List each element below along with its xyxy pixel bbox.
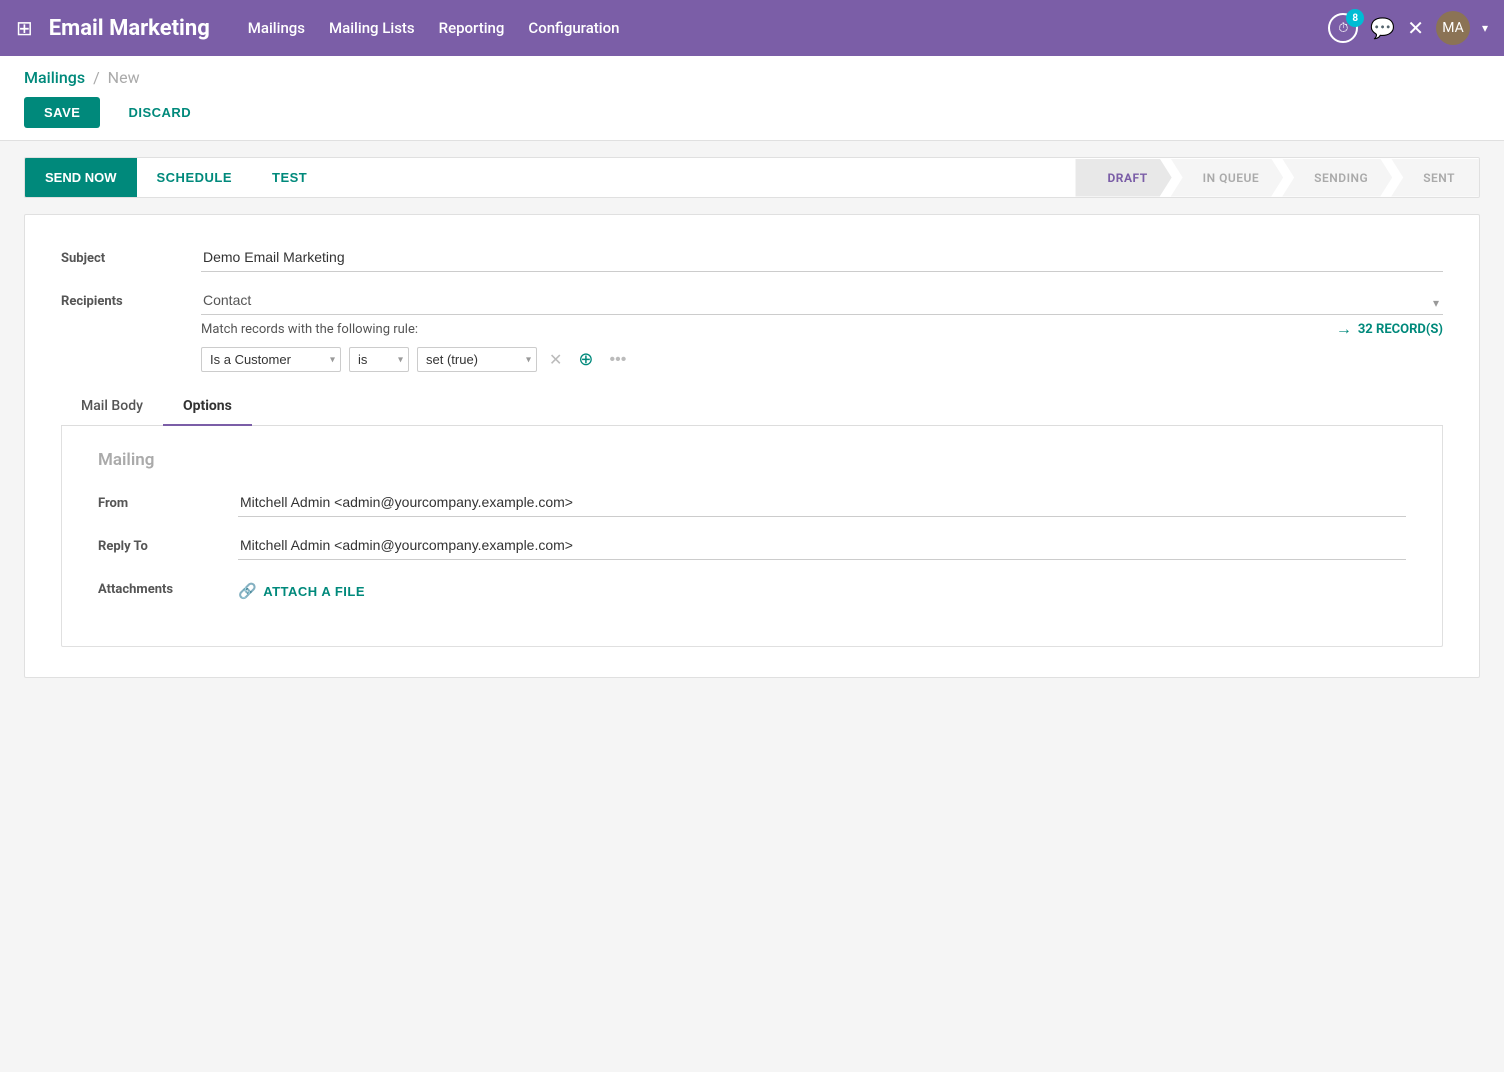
topnav-right: ⏱ 8 💬 ✕ MA ▾ <box>1328 11 1488 45</box>
form-card: Subject Recipients Contact ▾ Match recor… <box>24 214 1480 678</box>
nav-mailings[interactable]: Mailings <box>248 19 305 37</box>
avatar[interactable]: MA <box>1436 11 1470 45</box>
mailing-section-title: Mailing <box>98 450 1406 470</box>
from-input[interactable] <box>238 490 1406 517</box>
recipients-select[interactable]: Contact <box>201 288 1443 315</box>
breadcrumb-current: New <box>108 68 140 87</box>
recipients-row: Recipients Contact ▾ Match records with … <box>61 288 1443 372</box>
reply-to-input[interactable] <box>238 533 1406 560</box>
breadcrumb: Mailings / New <box>24 68 1480 87</box>
filter-field-wrap: Is a Customer ▾ <box>201 347 341 372</box>
subject-field <box>201 245 1443 272</box>
filter-match-row: Match records with the following rule: →… <box>201 319 1443 339</box>
grid-icon[interactable]: ⊞ <box>16 16 33 40</box>
from-field <box>238 490 1406 517</box>
attachments-label: Attachments <box>98 576 238 597</box>
filter-value-select[interactable]: set (true) <box>417 347 537 372</box>
send-now-button[interactable]: SEND NOW <box>25 158 137 197</box>
close-icon[interactable]: ✕ <box>1407 16 1424 40</box>
app-title: Email Marketing <box>49 16 210 41</box>
tab-options[interactable]: Options <box>163 388 252 426</box>
nav-configuration[interactable]: Configuration <box>528 19 619 37</box>
avatar-dropdown-icon[interactable]: ▾ <box>1482 21 1488 35</box>
attach-icon: 🔗 <box>238 582 257 600</box>
chat-icon[interactable]: 💬 <box>1370 16 1395 40</box>
recipients-label: Recipients <box>61 288 201 309</box>
workflow-bar: SEND NOW SCHEDULE TEST DRAFT IN QUEUE SE… <box>24 157 1480 198</box>
action-bar: SAVE DISCARD <box>24 97 1480 140</box>
workflow-stages: DRAFT IN QUEUE SENDING SENT <box>1075 159 1479 197</box>
filter-section: Match records with the following rule: →… <box>201 319 1443 372</box>
filter-remove-button[interactable]: ✕ <box>545 348 566 372</box>
records-link[interactable]: → 32 RECORD(S) <box>1336 319 1443 339</box>
subject-label: Subject <box>61 245 201 266</box>
breadcrumb-separator: / <box>93 68 100 87</box>
nav-reporting[interactable]: Reporting <box>439 19 505 37</box>
subject-row: Subject <box>61 245 1443 272</box>
filter-match-text: Match records with the following rule: <box>201 322 1336 337</box>
subject-input[interactable] <box>201 245 1443 272</box>
stage-sending[interactable]: SENDING <box>1282 159 1392 197</box>
reply-to-field <box>238 533 1406 560</box>
filter-more-button[interactable]: ••• <box>606 349 631 371</box>
notification-badge[interactable]: ⏱ 8 <box>1328 13 1358 43</box>
stage-in-queue[interactable]: IN QUEUE <box>1171 159 1284 197</box>
badge-count: 8 <box>1346 9 1364 27</box>
attach-file-button[interactable]: 🔗 ATTACH A FILE <box>238 576 365 606</box>
attachments-row: Attachments 🔗 ATTACH A FILE <box>98 576 1406 606</box>
filter-val-wrap: set (true) ▾ <box>417 347 537 372</box>
filter-operator-select[interactable]: is <box>349 347 409 372</box>
attach-label: ATTACH A FILE <box>263 584 365 599</box>
records-arrow-icon: → <box>1336 319 1352 339</box>
schedule-button[interactable]: SCHEDULE <box>137 158 253 197</box>
from-label: From <box>98 490 238 511</box>
records-count: 32 RECORD(S) <box>1358 322 1443 337</box>
from-row: From <box>98 490 1406 517</box>
subheader: Mailings / New SAVE DISCARD <box>0 56 1504 141</box>
stage-draft[interactable]: DRAFT <box>1075 159 1171 197</box>
recipients-field: Contact ▾ Match records with the followi… <box>201 288 1443 372</box>
attachments-field: 🔗 ATTACH A FILE <box>238 576 1406 606</box>
reply-to-row: Reply To <box>98 533 1406 560</box>
filter-op-wrap: is ▾ <box>349 347 409 372</box>
options-card: Mailing From Reply To Attachments <box>61 426 1443 647</box>
discard-button[interactable]: DISCARD <box>112 97 207 128</box>
filter-add-button[interactable]: ⊕ <box>574 347 597 372</box>
reply-to-label: Reply To <box>98 533 238 554</box>
save-button[interactable]: SAVE <box>24 97 100 128</box>
nav-links: Mailings Mailing Lists Reporting Configu… <box>248 19 1321 37</box>
tab-mail-body[interactable]: Mail Body <box>61 388 163 426</box>
test-button[interactable]: TEST <box>252 158 327 197</box>
nav-mailing-lists[interactable]: Mailing Lists <box>329 19 415 37</box>
tabs-bar: Mail Body Options <box>61 388 1443 426</box>
stage-sent[interactable]: SENT <box>1391 159 1479 197</box>
filter-field-select[interactable]: Is a Customer <box>201 347 341 372</box>
breadcrumb-parent[interactable]: Mailings <box>24 68 85 87</box>
top-navigation: ⊞ Email Marketing Mailings Mailing Lists… <box>0 0 1504 56</box>
main-content: SEND NOW SCHEDULE TEST DRAFT IN QUEUE SE… <box>0 141 1504 710</box>
filter-rule-row: Is a Customer ▾ is ▾ set (tr <box>201 347 1443 372</box>
